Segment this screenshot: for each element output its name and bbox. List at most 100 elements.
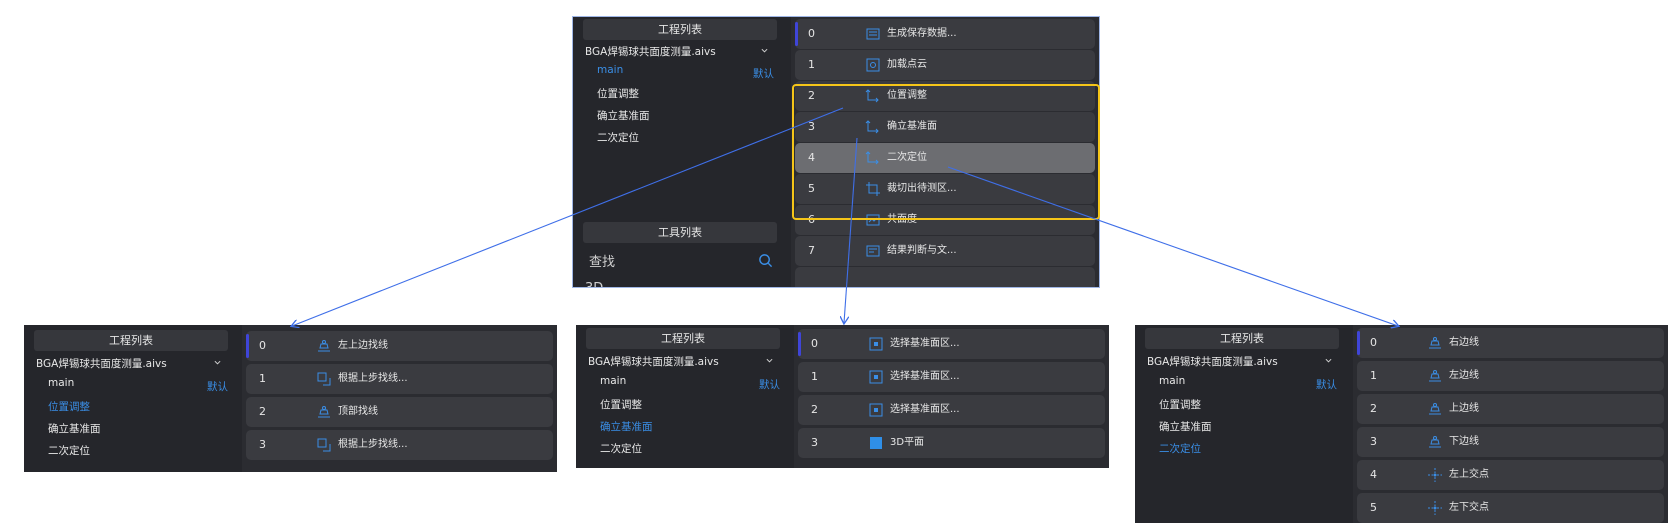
- step-index: 5: [1370, 501, 1377, 514]
- step-label: 生成保存数据...: [887, 28, 957, 39]
- step-label: 右边线: [1449, 337, 1479, 348]
- left-panel: 工程列表 BGA焊锡球共面度测量.aivs main 默认 位置调整 确立基准面…: [24, 325, 557, 472]
- step-row[interactable]: 0 左上边找线: [246, 331, 553, 361]
- step-index: 0: [811, 337, 818, 350]
- line-find-icon: [1429, 370, 1441, 382]
- step-row[interactable]: 2 选择基准面区...: [798, 395, 1105, 425]
- line-find-icon: [318, 406, 330, 418]
- right-step-list: 0 右边线 1 左边线 2 上边线 3 下边线 4 左上交点 5 左下交点: [1353, 325, 1668, 523]
- project-name[interactable]: BGA焊锡球共面度测量.aivs: [36, 356, 167, 371]
- step-label: 左上交点: [1449, 469, 1489, 480]
- intersection-icon: [1428, 501, 1442, 515]
- tree-item-position-adjust[interactable]: 位置调整: [597, 86, 639, 101]
- step-row[interactable]: 3 3D平面: [798, 428, 1105, 458]
- project-list-header: 工程列表: [583, 19, 777, 40]
- step-index: 1: [259, 372, 266, 385]
- tree-item-position-adjust[interactable]: 位置调整: [48, 399, 90, 414]
- step-label: 结果判断与文...: [887, 245, 957, 256]
- highlight-box: [792, 84, 1100, 220]
- step-label: 左下交点: [1449, 502, 1489, 513]
- step-index: 7: [808, 244, 815, 257]
- tree-item-position-adjust[interactable]: 位置调整: [600, 397, 642, 412]
- step-row[interactable]: 5 左下交点: [1357, 493, 1664, 523]
- plane-3d-icon: [870, 437, 882, 449]
- step-index: 4: [1370, 468, 1377, 481]
- tree-item-main[interactable]: main: [1159, 375, 1185, 387]
- default-badge: 默认: [753, 68, 774, 80]
- default-badge: 默认: [759, 379, 780, 391]
- tree-item-datum-plane[interactable]: 确立基准面: [48, 421, 101, 436]
- step-row[interactable]: 2 顶部找线: [246, 397, 553, 427]
- step-row[interactable]: 3 根据上步找线...: [246, 430, 553, 460]
- step-row[interactable]: 4 左上交点: [1357, 460, 1664, 490]
- step-index: 0: [808, 27, 815, 40]
- step-index: 2: [811, 403, 818, 416]
- step-index: 2: [1370, 402, 1377, 415]
- search-icon[interactable]: [758, 253, 773, 268]
- default-badge: 默认: [207, 381, 228, 393]
- left-sidebar: 工程列表 BGA焊锡球共面度测量.aivs main 默认 位置调整 确立基准面…: [24, 325, 242, 472]
- step-label: 顶部找线: [338, 406, 378, 417]
- step-row[interactable]: 1 选择基准面区...: [798, 362, 1105, 392]
- step-index: 1: [808, 58, 815, 71]
- step-index: 3: [811, 436, 818, 449]
- default-badge: 默认: [1316, 379, 1337, 391]
- tree-item-secondary-locate[interactable]: 二次定位: [1159, 441, 1201, 456]
- step-index: 3: [1370, 435, 1377, 448]
- tree-item-main[interactable]: main: [597, 64, 623, 76]
- tree-item-secondary-locate[interactable]: 二次定位: [600, 441, 642, 456]
- step-index: 2: [259, 405, 266, 418]
- left-step-list: 0 左上边找线 1 根据上步找线... 2 顶部找线 3 根据上步找线...: [242, 325, 557, 472]
- step-label: 根据上步找线...: [338, 439, 408, 450]
- middle-panel: 工程列表 BGA焊锡球共面度测量.aivs main 默认 位置调整 确立基准面…: [576, 325, 1109, 468]
- project-name[interactable]: BGA焊锡球共面度测量.aivs: [585, 44, 716, 59]
- project-name[interactable]: BGA焊锡球共面度测量.aivs: [588, 354, 719, 369]
- step-index: 3: [259, 438, 266, 451]
- project-list-header: 工程列表: [1145, 328, 1339, 349]
- step-row[interactable]: 1 加载点云: [795, 50, 1095, 80]
- intersection-icon: [1428, 468, 1442, 482]
- step-row[interactable]: 3 下边线: [1357, 427, 1664, 457]
- step-row[interactable]: 1 左边线: [1357, 361, 1664, 391]
- step-index: 1: [811, 370, 818, 383]
- step-label: 选择基准面区...: [890, 371, 960, 382]
- step-row[interactable]: 0 右边线: [1357, 328, 1664, 358]
- tree-item-main[interactable]: main: [48, 377, 74, 389]
- chevron-down-icon[interactable]: [1325, 357, 1332, 364]
- step-label: 左边线: [1449, 370, 1479, 381]
- tree-item-secondary-locate[interactable]: 二次定位: [597, 130, 639, 145]
- tree-item-datum-plane[interactable]: 确立基准面: [597, 108, 650, 123]
- tree-item-position-adjust[interactable]: 位置调整: [1159, 397, 1201, 412]
- line-find-icon: [1429, 436, 1441, 448]
- step-label: 根据上步找线...: [338, 373, 408, 384]
- step-label: 加载点云: [887, 59, 927, 70]
- step-row[interactable]: 1 根据上步找线...: [246, 364, 553, 394]
- step-row[interactable]: 2 上边线: [1357, 394, 1664, 424]
- chevron-down-icon[interactable]: [766, 357, 773, 364]
- step-label: 上边线: [1449, 403, 1479, 414]
- tree-item-main[interactable]: main: [600, 375, 626, 387]
- chevron-down-icon[interactable]: [214, 359, 221, 366]
- step-index: 0: [1370, 336, 1377, 349]
- project-list-header: 工程列表: [586, 328, 780, 349]
- step-row-partial[interactable]: [795, 267, 1095, 287]
- step-index: 1: [1370, 369, 1377, 382]
- right-panel: 工程列表 BGA焊锡球共面度测量.aivs main 默认 位置调整 确立基准面…: [1135, 325, 1668, 523]
- search-input[interactable]: 查找: [589, 251, 615, 270]
- chevron-down-icon[interactable]: [761, 47, 768, 54]
- step-row[interactable]: 0 生成保存数据...: [795, 19, 1095, 49]
- line-find-icon: [318, 340, 330, 352]
- region-select-icon: [869, 370, 883, 384]
- project-name[interactable]: BGA焊锡球共面度测量.aivs: [1147, 354, 1278, 369]
- step-label: 下边线: [1449, 436, 1479, 447]
- tree-item-datum-plane[interactable]: 确立基准面: [600, 419, 653, 434]
- tree-item-secondary-locate[interactable]: 二次定位: [48, 443, 90, 458]
- project-list-header: 工程列表: [34, 330, 228, 351]
- tree-item-datum-plane[interactable]: 确立基准面: [1159, 419, 1212, 434]
- step-label: 选择基准面区...: [890, 404, 960, 415]
- tool-category-3d[interactable]: 3D: [585, 281, 603, 287]
- line-from-prev-icon: [317, 438, 331, 452]
- step-row[interactable]: 0 选择基准面区...: [798, 329, 1105, 359]
- top-sidebar: 工程列表 BGA焊锡球共面度测量.aivs main 默认 位置调整 确立基准面…: [573, 17, 791, 287]
- step-row[interactable]: 7 结果判断与文...: [795, 236, 1095, 266]
